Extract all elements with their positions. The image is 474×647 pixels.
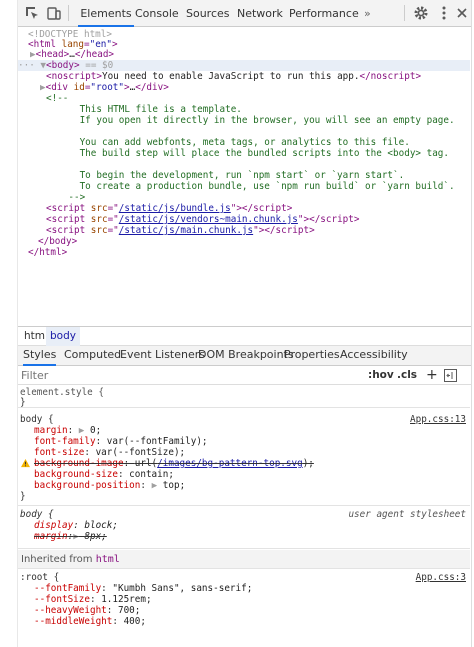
inherited-from-header: Inherited from html <box>18 550 470 569</box>
declaration-margin[interactable]: margin: ▶ 0; <box>34 425 101 436</box>
script-line[interactable]: <script src="/static/js/main.chunk.js"><… <box>46 225 315 236</box>
new-rule-button[interactable]: + <box>426 368 438 383</box>
breadcrumb: html body <box>18 326 474 346</box>
declaration-font-family[interactable]: font-family: var(--fontFamily); <box>34 436 208 447</box>
filter-input[interactable] <box>21 368 351 383</box>
toolbar-separator <box>68 5 69 21</box>
tab-accessibility[interactable]: Accessibility <box>340 346 408 366</box>
comment-line: --> <box>46 192 86 203</box>
tab-properties[interactable]: Properties <box>284 346 340 366</box>
comment-line[interactable]: <!-- <box>46 93 68 104</box>
hov-button[interactable]: :hov <box>368 368 394 383</box>
declaration-background-position[interactable]: background-position: ▶ top; <box>34 480 185 491</box>
comment-line: The build step will place the bundled sc… <box>46 148 449 159</box>
toggle-sidebar-icon[interactable] <box>444 369 457 385</box>
tab-console[interactable]: Console <box>135 0 179 27</box>
styles-pane: element.style { } body { App.css:13 marg… <box>18 386 474 647</box>
root-style-rule[interactable]: :root { App.css:3 --fontFamily: "Kumbh S… <box>18 570 470 640</box>
script-line[interactable]: <script src="/static/js/bundle.js"></scr… <box>46 203 292 214</box>
devtools-toolbar: Elements Console Sources Network Perform… <box>18 0 474 27</box>
declaration-font-size[interactable]: font-size: var(--fontSize); <box>34 447 185 458</box>
cls-button[interactable]: .cls <box>397 368 417 383</box>
breadcrumb-body[interactable]: body <box>46 327 80 346</box>
gear-icon[interactable] <box>413 5 429 21</box>
element-style-rule[interactable]: element.style { } <box>18 386 470 408</box>
tab-elements[interactable]: Elements <box>78 0 134 27</box>
comment-line: If you open it directly in the browser, … <box>46 115 455 126</box>
left-gutter <box>0 0 18 647</box>
toolbar-separator <box>404 5 405 21</box>
comment-line: You can add webfonts, meta tags, or anal… <box>46 137 410 148</box>
body-style-rule[interactable]: body { App.css:13 margin: ▶ 0; font-fami… <box>18 411 470 506</box>
body-tag-line-selected[interactable]: ··· ▼<body> == $0 <box>18 60 470 71</box>
kebab-menu-icon[interactable] <box>436 5 452 21</box>
comment-line: To create a production bundle, use `npm … <box>46 181 455 192</box>
user-agent-source: user agent stylesheet <box>348 509 466 520</box>
styles-filter-bar: :hov .cls + <box>18 366 474 385</box>
head-tag-line[interactable]: ▶<head>…</head> <box>30 49 114 60</box>
declaration-fontfamily-var[interactable]: --fontFamily: "Kumbh Sans", sans-serif; <box>34 583 252 594</box>
rule-close: } <box>20 397 26 408</box>
comment-line: To begin the development, run `npm start… <box>46 170 405 181</box>
comment-line: This HTML file is a template. <box>46 104 242 115</box>
device-toolbar-icon[interactable] <box>46 5 62 21</box>
html-close-line[interactable]: </html> <box>28 247 67 258</box>
warning-icon <box>21 458 30 468</box>
source-link[interactable]: App.css:3 <box>416 572 466 583</box>
rule-selector: body { <box>20 414 54 425</box>
tab-sources[interactable]: Sources <box>186 0 230 27</box>
inherited-element-link[interactable]: html <box>96 554 120 565</box>
script-line[interactable]: <script src="/static/js/vendors~main.chu… <box>46 214 359 225</box>
element-style-selector: element.style { <box>20 387 104 398</box>
tab-performance[interactable]: Performance <box>289 0 359 27</box>
rule-selector: body { <box>20 509 54 520</box>
noscript-line[interactable]: <noscript>You need to enable JavaScript … <box>46 71 421 82</box>
more-tabs-icon[interactable]: » <box>364 0 371 27</box>
declaration-margin-overridden[interactable]: margin:▶ 8px; <box>34 531 107 542</box>
rule-selector: :root { <box>20 572 60 583</box>
body-close-line[interactable]: </body> <box>38 236 77 247</box>
declaration-background-image[interactable]: background-image: url(/images/bg-pattern… <box>34 458 314 469</box>
source-link[interactable]: App.css:13 <box>410 414 466 425</box>
tab-event-listeners[interactable]: Event Listeners <box>120 346 205 366</box>
tab-styles[interactable]: Styles <box>23 346 57 366</box>
tab-network[interactable]: Network <box>237 0 283 27</box>
root-div-line[interactable]: ▶<div id="root">…</div> <box>40 82 169 93</box>
declaration-middleweight-var[interactable]: --middleWeight: 400; <box>34 616 146 627</box>
tab-computed[interactable]: Computed <box>64 346 121 366</box>
tab-dom-breakpoints[interactable]: DOM Breakpoints <box>198 346 294 366</box>
declaration-background-size[interactable]: background-size: contain; <box>34 469 174 480</box>
user-agent-rule[interactable]: body { user agent stylesheet display: bl… <box>18 507 470 549</box>
inspect-element-icon[interactable] <box>24 5 40 21</box>
rule-close: } <box>20 491 26 502</box>
dom-tree: <!DOCTYPE html> <html lang="en"> ▶<head>… <box>18 27 470 327</box>
styles-subtabs: Styles Computed Event Listeners DOM Brea… <box>18 346 474 366</box>
declaration-fontsize-var[interactable]: --fontSize: 1.125rem; <box>34 594 152 605</box>
declaration-heavyweight-var[interactable]: --heavyWeight: 700; <box>34 605 140 616</box>
declaration-display[interactable]: display: block; <box>34 520 118 531</box>
close-icon[interactable] <box>454 5 470 21</box>
